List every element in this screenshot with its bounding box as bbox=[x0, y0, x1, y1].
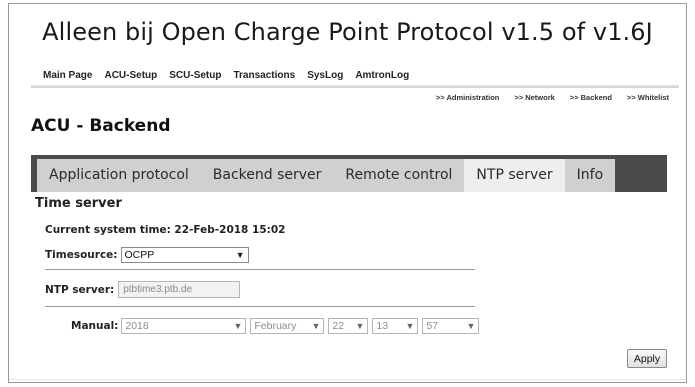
tab-info[interactable]: Info bbox=[564, 159, 616, 192]
ntp-server-label: NTP server: bbox=[45, 283, 115, 296]
divider bbox=[45, 269, 475, 270]
timesource-value: OCPP bbox=[124, 249, 155, 261]
timesource-label: Timesource: bbox=[45, 249, 118, 261]
current-system-time: Current system time: 22-Feb-2018 15:02 bbox=[45, 224, 286, 236]
chevron-down-icon: ▼ bbox=[233, 321, 243, 331]
chevron-down-icon: ▼ bbox=[355, 321, 365, 331]
document-frame: Alleen bij Open Charge Point Protocol v1… bbox=[8, 3, 687, 383]
chevron-down-icon: ▼ bbox=[311, 321, 321, 331]
chevron-down-icon: ▼ bbox=[405, 321, 415, 331]
chevron-down-icon: ▼ bbox=[235, 250, 245, 260]
subnav-backend[interactable]: >> Backend bbox=[570, 93, 612, 102]
tab-backend-server[interactable]: Backend server bbox=[200, 159, 334, 192]
manual-day-value: 22 bbox=[332, 320, 345, 332]
tab-ntp-server[interactable]: NTP server bbox=[464, 159, 565, 192]
manual-minute-value: 57 bbox=[426, 320, 439, 332]
nav-divider bbox=[31, 85, 679, 88]
subnav-administration[interactable]: >> Administration bbox=[436, 93, 499, 102]
web-ui-screenshot: Main Page ACU-Setup SCU-Setup Transactio… bbox=[31, 66, 679, 382]
bottom-divider bbox=[9, 379, 686, 380]
manual-month-value: February bbox=[254, 320, 297, 332]
manual-day-select[interactable]: 22 ▼ bbox=[328, 318, 369, 334]
page-title: ACU - Backend bbox=[31, 116, 171, 136]
chevron-down-icon: ▼ bbox=[466, 321, 476, 331]
manual-month-select[interactable]: February ▼ bbox=[250, 318, 325, 334]
tab-remote-control[interactable]: Remote control bbox=[333, 159, 465, 192]
manual-row: Manual: 2018 ▼ February ▼ 22 ▼ 13 ▼ 57 ▼ bbox=[71, 318, 480, 334]
manual-year-value: 2018 bbox=[125, 320, 149, 332]
manual-minute-select[interactable]: 57 ▼ bbox=[422, 318, 480, 334]
ntp-server-input[interactable]: ptbtime3.ptb.de bbox=[118, 281, 241, 298]
divider bbox=[45, 306, 475, 307]
manual-hour-select[interactable]: 13 ▼ bbox=[372, 318, 419, 334]
ntp-server-row: NTP server: ptbtime3.ptb.de bbox=[45, 281, 241, 298]
subnav-whitelist[interactable]: >> Whitelist bbox=[627, 93, 669, 102]
sub-navigation: >> Administration >> Network >> Backend … bbox=[421, 93, 669, 102]
caption: Alleen bij Open Charge Point Protocol v1… bbox=[42, 18, 653, 46]
panel-title: Time server bbox=[35, 196, 122, 211]
manual-hour-value: 13 bbox=[376, 320, 389, 332]
manual-label: Manual: bbox=[71, 320, 119, 332]
timesource-select[interactable]: OCPP ▼ bbox=[120, 247, 249, 263]
ntp-panel: Time server Current system time: 22-Feb-… bbox=[31, 192, 667, 382]
timesource-row: Timesource: OCPP ▼ bbox=[45, 247, 249, 263]
tabs: Application protocol Backend server Remo… bbox=[37, 159, 616, 192]
apply-button[interactable]: Apply bbox=[627, 349, 667, 368]
manual-year-select[interactable]: 2018 ▼ bbox=[121, 318, 247, 334]
tab-application-protocol[interactable]: Application protocol bbox=[37, 159, 201, 192]
subnav-network[interactable]: >> Network bbox=[514, 93, 554, 102]
